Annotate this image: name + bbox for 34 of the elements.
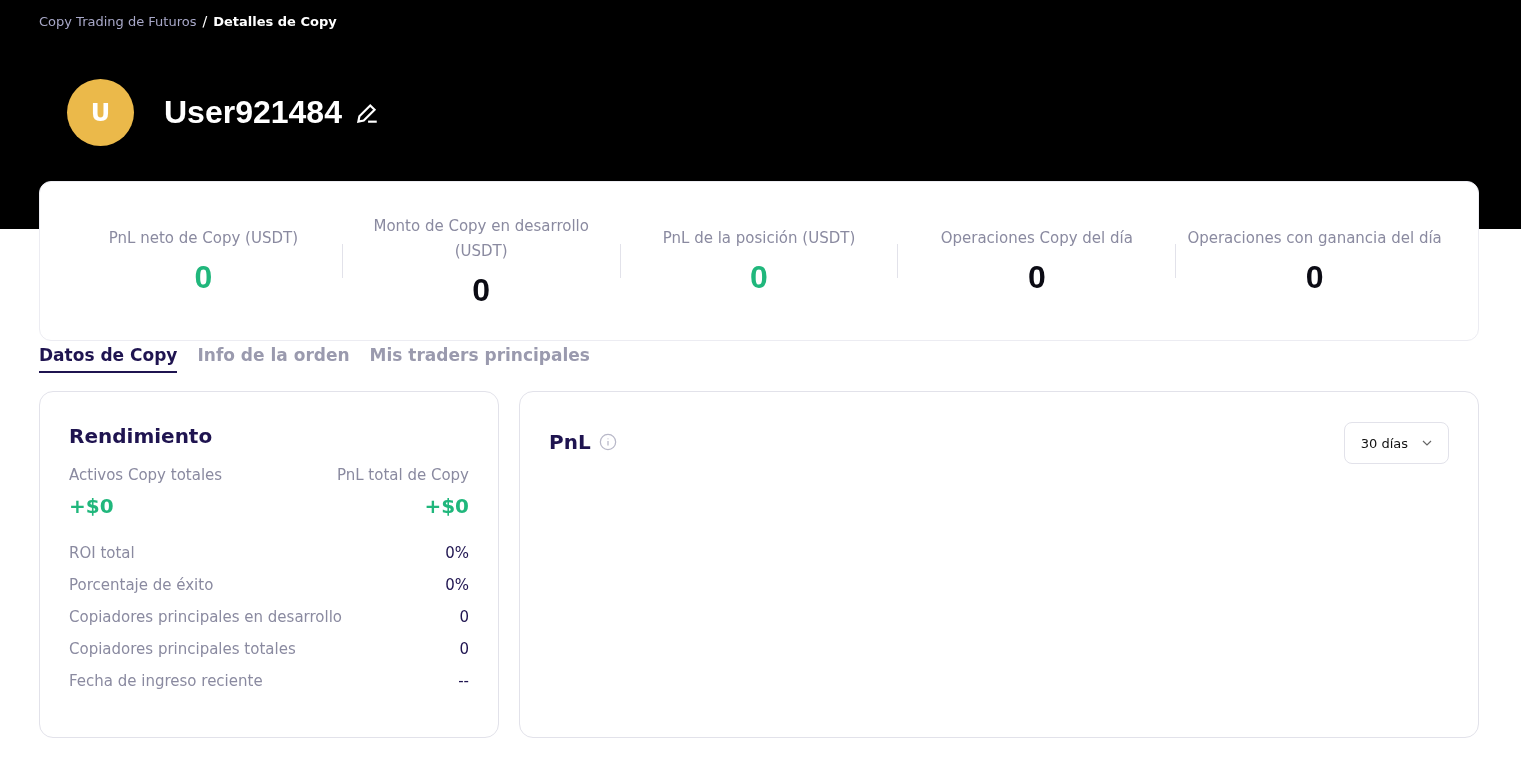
metric-label: ROI total bbox=[69, 544, 135, 562]
tab[interactable]: Datos de Copy bbox=[39, 345, 178, 373]
metric-value: 0 bbox=[459, 640, 469, 658]
metric-value: 0% bbox=[445, 544, 469, 562]
stat-label: Operaciones Copy del día bbox=[940, 228, 1133, 249]
stat-value: 0 bbox=[750, 259, 768, 296]
avatar: U bbox=[67, 79, 134, 146]
metric-value: 0% bbox=[445, 576, 469, 594]
metric-label: Fecha de ingreso reciente bbox=[69, 672, 263, 690]
stat-label: Operaciones con ganancia del día bbox=[1187, 228, 1442, 249]
metric-value: 0 bbox=[459, 608, 469, 626]
stat-value: 0 bbox=[1305, 259, 1324, 296]
metric-label: Copiadores principales en desarrollo bbox=[69, 608, 343, 626]
metric-label: Copiadores principales totales bbox=[69, 640, 296, 658]
breadcrumb-link[interactable]: Copy Trading de Futuros bbox=[39, 13, 197, 29]
stat-label: Monto de Copy en desarrollo (USDT) bbox=[372, 215, 590, 262]
stat-value: 0 bbox=[194, 259, 213, 296]
period-dropdown[interactable]: 30 días bbox=[1343, 422, 1449, 464]
summary-value: +$0 bbox=[69, 494, 114, 518]
summary-label: PnL total de Copy bbox=[336, 466, 469, 484]
username: User921484 bbox=[164, 94, 342, 131]
metric-label: Porcentaje de éxito bbox=[69, 576, 214, 594]
card-title: PnL bbox=[549, 430, 591, 454]
stat-label: PnL neto de Copy (USDT) bbox=[108, 228, 298, 249]
chevron-down-icon bbox=[1422, 440, 1432, 446]
stat-value: 0 bbox=[472, 271, 491, 309]
breadcrumb-link[interactable]: Detalles de Copy bbox=[213, 13, 337, 29]
stat-value: 0 bbox=[1027, 259, 1046, 296]
card-title: Rendimiento bbox=[69, 424, 214, 448]
summary-value: +$0 bbox=[424, 494, 469, 518]
breadcrumb-separator: / bbox=[202, 13, 208, 29]
stat-label: PnL de la posición (USDT) bbox=[662, 228, 856, 249]
summary-label: Activos Copy totales bbox=[69, 466, 223, 484]
metric-value: -- bbox=[458, 672, 469, 690]
